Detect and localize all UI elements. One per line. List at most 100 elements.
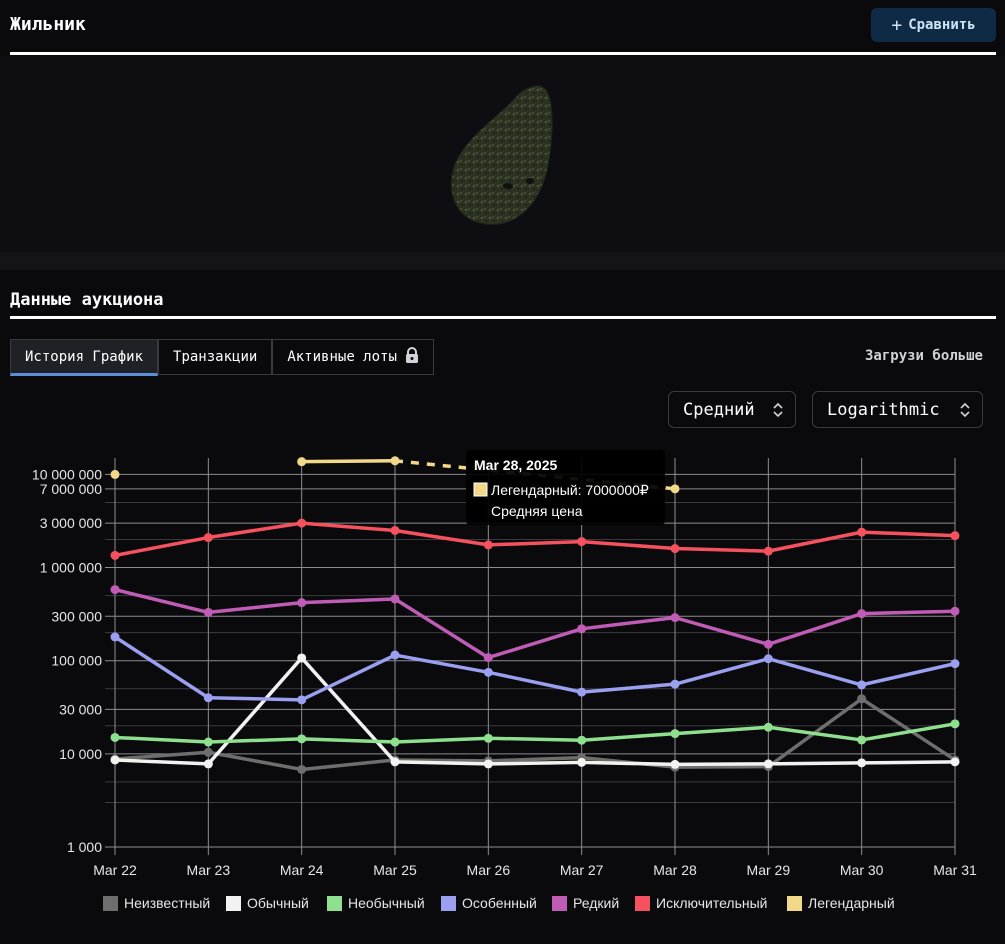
data-point xyxy=(670,679,680,689)
x-tick-label: Mar 28 xyxy=(653,862,697,878)
tab-history-chart[interactable]: История График xyxy=(10,339,159,376)
data-point xyxy=(577,757,587,767)
legend-label: Неизвестный xyxy=(124,895,210,911)
tab-active-lots-label: Активные лоты xyxy=(287,349,397,365)
data-point xyxy=(297,598,307,608)
item-image-panel xyxy=(0,56,1005,252)
data-point xyxy=(670,613,680,623)
item-image xyxy=(450,85,553,225)
image-divider xyxy=(0,252,1005,270)
data-point xyxy=(110,632,120,642)
aggregate-select[interactable]: Средний xyxy=(668,391,796,428)
data-point xyxy=(110,585,120,595)
price-history-chart: 1 000 10 000 30 000 100 000 300 000 1 000 000… xyxy=(0,440,1005,940)
data-point xyxy=(297,518,307,528)
tooltip-swatch xyxy=(473,482,488,497)
x-tick-label: Mar 27 xyxy=(560,862,604,878)
y-tick-label: 100 000 xyxy=(51,653,102,669)
data-point xyxy=(203,747,213,757)
data-point xyxy=(297,764,307,774)
scale-select[interactable]: Logarithmic xyxy=(812,391,983,428)
data-point xyxy=(203,737,213,747)
tab-transactions[interactable]: Транзакции xyxy=(158,339,273,375)
data-point xyxy=(483,540,493,550)
y-tick-label: 30 000 xyxy=(59,701,102,717)
y-tick-label: 7 000 000 xyxy=(40,481,102,497)
series-line xyxy=(114,587,956,660)
data-point xyxy=(857,758,867,768)
y-tick-label: 1 000 000 xyxy=(40,560,102,576)
legend-swatch xyxy=(552,896,567,911)
data-point xyxy=(203,693,213,703)
data-point xyxy=(390,737,400,747)
data-point xyxy=(110,732,120,742)
data-point xyxy=(203,759,213,769)
data-point xyxy=(763,546,773,556)
legend-swatch xyxy=(226,896,241,911)
x-tick-label: Mar 22 xyxy=(93,862,137,878)
legend-swatch xyxy=(787,896,802,911)
data-point xyxy=(857,609,867,619)
scale-select-value: Logarithmic xyxy=(827,399,940,420)
x-tick-label: Mar 29 xyxy=(747,862,791,878)
data-point xyxy=(670,484,680,494)
data-point xyxy=(110,755,120,765)
data-point xyxy=(950,757,960,767)
tooltip-value: Легендарный: 7000000₽ xyxy=(491,482,649,498)
data-point xyxy=(483,653,493,663)
data-point xyxy=(110,550,120,560)
auction-tabs: История График Транзакции Активные лоты xyxy=(10,339,434,376)
data-point xyxy=(390,757,400,767)
data-point xyxy=(857,694,867,704)
compare-button-label: Сравнить xyxy=(908,17,976,33)
data-point xyxy=(390,456,400,466)
legend-label: Легендарный xyxy=(808,895,895,911)
data-point xyxy=(950,531,960,541)
data-point xyxy=(577,537,587,547)
data-point xyxy=(763,654,773,664)
legend-label: Исключительный xyxy=(656,895,767,911)
compare-button[interactable]: + Сравнить xyxy=(871,8,996,42)
data-point xyxy=(950,659,960,669)
legend-label: Особенный xyxy=(462,895,537,911)
tab-active-lots[interactable]: Активные лоты xyxy=(272,339,434,375)
x-tick-label: Mar 31 xyxy=(933,862,977,878)
data-point xyxy=(950,606,960,616)
data-point xyxy=(577,735,587,745)
chart-svg: 1 000 10 000 30 000 100 000 300 000 1 000 000… xyxy=(32,450,977,911)
tooltip-label: Средняя цена xyxy=(491,503,583,519)
data-point xyxy=(577,687,587,697)
y-tick-label: 300 000 xyxy=(51,608,102,624)
load-more-button[interactable]: Загрузи больше xyxy=(865,348,983,364)
legend-swatch xyxy=(327,896,342,911)
item-title: Жильник xyxy=(10,14,86,35)
x-tick-label: Mar 24 xyxy=(280,862,324,878)
series-line xyxy=(114,635,956,702)
data-point xyxy=(483,667,493,677)
data-point xyxy=(577,624,587,634)
legend-swatch xyxy=(635,896,650,911)
aggregate-select-value: Средний xyxy=(683,399,755,420)
data-point xyxy=(483,759,493,769)
data-point xyxy=(857,527,867,537)
auction-section-title: Данные аукциона xyxy=(10,290,164,310)
x-tick-label: Mar 25 xyxy=(373,862,417,878)
lock-icon xyxy=(405,347,419,367)
data-point xyxy=(390,650,400,660)
data-point xyxy=(203,607,213,617)
x-tick-label: Mar 23 xyxy=(187,862,231,878)
tab-history-label: История График xyxy=(25,348,144,365)
chevron-updown-icon xyxy=(960,401,970,424)
tooltip-title: Mar 28, 2025 xyxy=(474,457,557,473)
item-header: Жильник + Сравнить xyxy=(10,8,996,55)
legend-label: Редкий xyxy=(573,895,619,911)
data-point xyxy=(483,733,493,743)
legend-label: Обычный xyxy=(247,895,309,911)
y-tick-label: 10 000 000 xyxy=(32,466,102,482)
data-point xyxy=(297,734,307,744)
x-tick-label: Mar 30 xyxy=(840,862,884,878)
data-point xyxy=(297,457,307,467)
data-point xyxy=(763,759,773,769)
data-point xyxy=(203,533,213,543)
legend-swatch xyxy=(103,896,118,911)
